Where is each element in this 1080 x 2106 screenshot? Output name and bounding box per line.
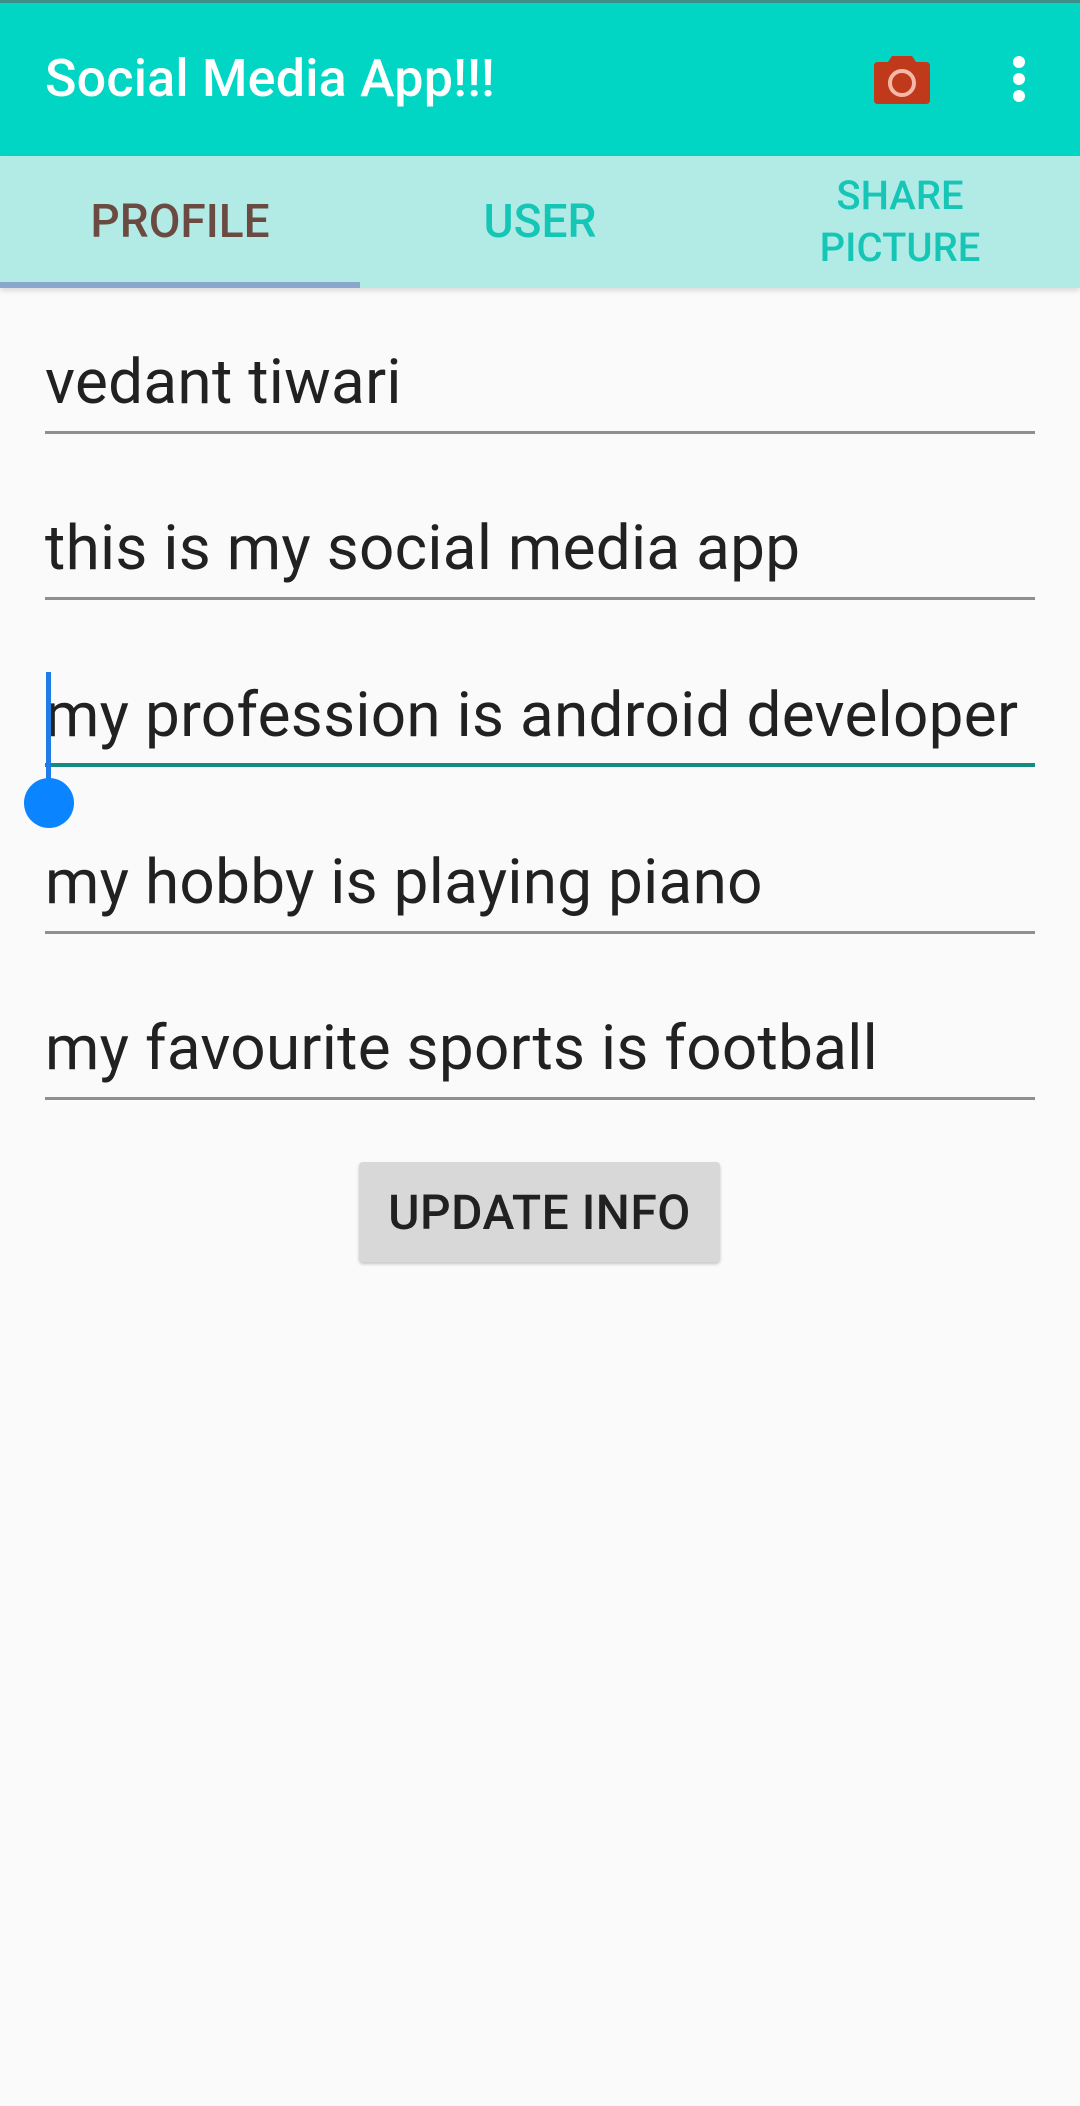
sports-field[interactable]: my favourite sports is football [45,1000,1035,1100]
app-title: Social Media App!!! [45,48,495,109]
tab-user[interactable]: USER [360,156,720,288]
about-field-text: this is my social media app [45,512,801,585]
camera-button[interactable] [872,50,932,106]
status-divider [0,0,1080,3]
hobby-field[interactable]: my hobby is playing piano [45,834,1035,934]
about-field[interactable]: this is my social media app [45,500,1035,600]
update-info-button[interactable]: UPDATE INFO [359,1162,720,1262]
field-underline [45,597,1035,600]
hobby-field-text: my hobby is playing piano [45,846,763,919]
field-underline-focused [45,763,1035,767]
text-cursor [46,672,51,782]
tab-bar: PROFILE USER SHARE PICTURE [0,156,1080,288]
app-bar: Social Media App!!! [0,0,1080,156]
camera-icon [874,56,930,104]
profession-field[interactable]: my profession is android developer [45,667,1035,767]
tab-label: SHARE PICTURE [819,172,981,271]
profession-field-text: my profession is android developer [45,679,1019,752]
cursor-handle[interactable] [24,778,74,828]
field-underline [45,1097,1035,1100]
tab-label: PROFILE [90,195,270,249]
field-underline [45,431,1035,434]
sports-field-text: my favourite sports is football [45,1012,879,1085]
tab-profile[interactable]: PROFILE [0,156,360,288]
name-field-text: vedant tiwari [45,346,402,419]
name-field[interactable]: vedant tiwari [45,334,1035,434]
tab-share-picture[interactable]: SHARE PICTURE [720,156,1080,288]
overflow-menu-button[interactable] [1004,54,1034,104]
selected-tab-indicator [0,282,360,288]
field-underline [45,931,1035,934]
tab-label: USER [483,195,597,249]
